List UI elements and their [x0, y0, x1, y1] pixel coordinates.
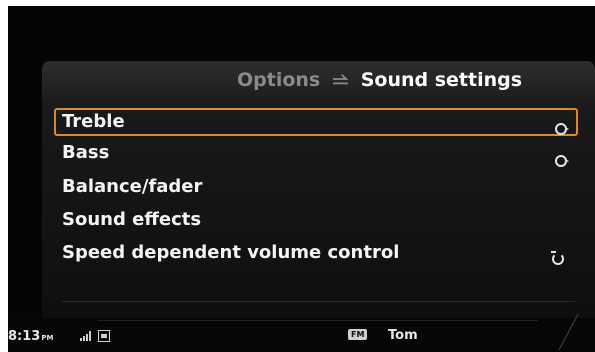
- back-arrow-icon: ⥬: [332, 69, 349, 91]
- rotate-icon: [551, 251, 564, 265]
- menu-item-label: Balance/fader: [62, 176, 203, 197]
- options-panel: Options ⥬ Sound settings Treble Bass Bal…: [42, 61, 595, 346]
- menu-item-label: Speed dependent volume control: [62, 242, 400, 263]
- source-badge: FM: [348, 329, 368, 340]
- menu-item-label: Bass: [62, 142, 110, 163]
- breadcrumb-parent[interactable]: Options: [237, 69, 320, 91]
- sim-icon: [98, 330, 110, 342]
- clock: 8:13PM: [8, 329, 53, 344]
- menu-item-speed-dependent-volume[interactable]: Speed dependent volume control: [54, 239, 578, 267]
- divider: [62, 301, 575, 302]
- page-title: Sound settings: [360, 69, 523, 91]
- status-divider: [98, 320, 538, 321]
- station-name: Tom: [388, 328, 418, 343]
- menu-item-balance-fader[interactable]: Balance/fader: [54, 173, 578, 201]
- clock-ampm: PM: [41, 334, 54, 342]
- menu-item-sound-effects[interactable]: Sound effects: [54, 206, 578, 234]
- menu-item-treble[interactable]: Treble: [54, 108, 578, 136]
- status-bar: 8:13PM FM Tom: [8, 318, 595, 352]
- signal-strength-icon: [80, 331, 92, 341]
- menu-item-label: Treble: [62, 111, 125, 132]
- knob-icon: [555, 123, 569, 135]
- screen: Options ⥬ Sound settings Treble Bass Bal…: [8, 6, 595, 352]
- menu-item-label: Sound effects: [62, 209, 202, 230]
- clock-time: 8:13: [8, 329, 41, 344]
- knob-icon: [555, 155, 569, 167]
- breadcrumb: Options ⥬ Sound settings: [237, 69, 522, 91]
- menu-item-bass[interactable]: Bass: [54, 139, 578, 167]
- panel-header: Options ⥬ Sound settings: [42, 61, 595, 101]
